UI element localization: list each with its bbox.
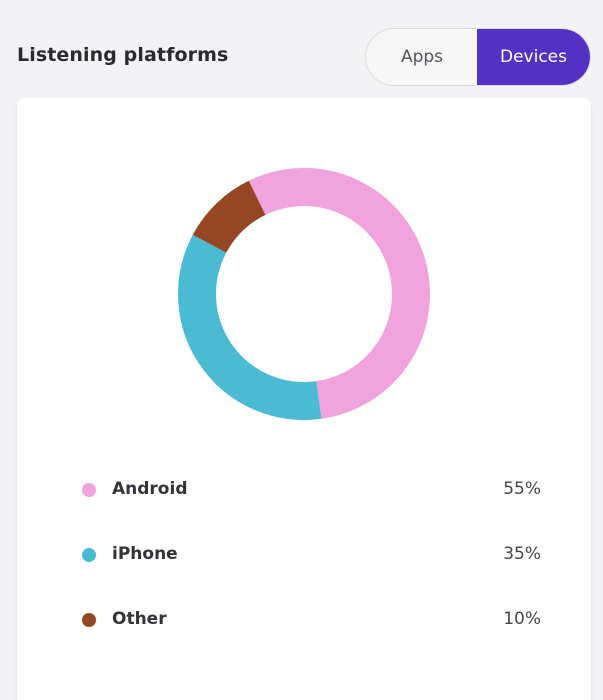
legend-dot-other xyxy=(82,613,96,627)
donut-slice-iphone[interactable] xyxy=(178,234,322,420)
donut-slice-other[interactable] xyxy=(192,180,267,254)
legend-label: Other xyxy=(112,609,167,629)
toggle-apps-button[interactable]: Apps xyxy=(366,29,478,85)
legend-item-other: Other 10% xyxy=(17,600,591,640)
legend-label: iPhone xyxy=(112,544,178,564)
legend-value: 35% xyxy=(503,544,541,564)
platforms-card: Android 55% iPhone 35% Other 10% xyxy=(17,98,591,700)
apps-devices-toggle: Apps Devices xyxy=(365,28,591,86)
widget-header: Listening platforms Apps Devices xyxy=(0,0,603,100)
legend-label: Android xyxy=(112,479,188,499)
legend-value: 10% xyxy=(503,609,541,629)
donut-slice-android[interactable] xyxy=(248,168,430,419)
legend-item-android: Android 55% xyxy=(17,470,591,510)
legend-item-iphone: iPhone 35% xyxy=(17,535,591,575)
legend-value: 55% xyxy=(503,479,541,499)
legend-dot-iphone xyxy=(82,548,96,562)
toggle-devices-button[interactable]: Devices xyxy=(477,29,590,85)
listening-platforms-widget: Listening platforms Apps Devices Android… xyxy=(0,0,603,700)
donut-chart xyxy=(178,168,430,420)
widget-title: Listening platforms xyxy=(17,44,229,66)
legend-dot-android xyxy=(82,483,96,497)
